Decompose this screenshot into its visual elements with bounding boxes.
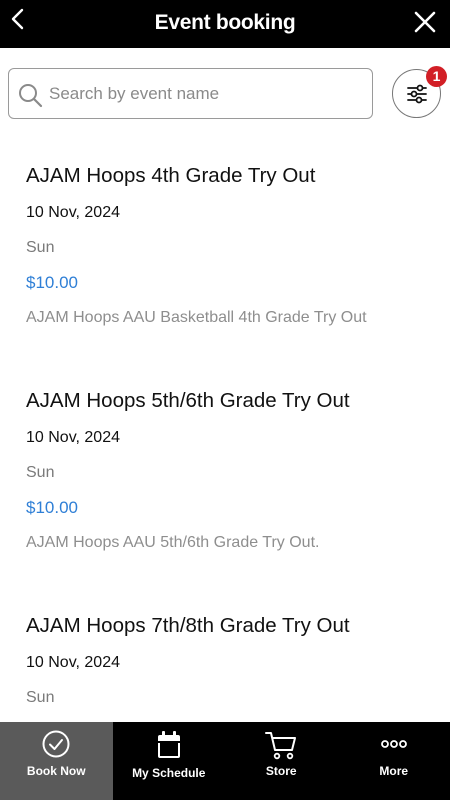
sliders-icon [407, 84, 427, 104]
bottom-tab-bar: Book Now My Schedule Store More [0, 722, 450, 800]
calendar-icon [157, 731, 180, 758]
event-day: Sun [26, 239, 55, 256]
tab-label: My Schedule [132, 766, 206, 780]
event-date: 10 Nov, 2024 [26, 429, 120, 446]
event-item[interactable]: AJAM Hoops 5th/6th Grade Try Out 10 Nov,… [0, 375, 450, 600]
event-name: AJAM Hoops 5th/6th Grade Try Out [26, 389, 350, 412]
tab-my-schedule[interactable]: My Schedule [113, 722, 226, 800]
event-item[interactable]: AJAM Hoops 4th Grade Try Out 10 Nov, 202… [0, 150, 450, 375]
tab-book-now[interactable]: Book Now [0, 722, 113, 800]
event-item[interactable]: AJAM Hoops 7th/8th Grade Try Out 10 Nov,… [0, 600, 450, 722]
top-bar: Event booking [0, 0, 450, 48]
check-circle-icon [42, 730, 70, 758]
tab-more[interactable]: More [338, 722, 450, 800]
event-list: AJAM Hoops 4th Grade Try Out 10 Nov, 202… [0, 150, 450, 722]
cart-icon [265, 732, 297, 760]
close-icon [414, 11, 436, 33]
filter-count-badge: 1 [426, 66, 447, 87]
event-description: AJAM Hoops AAU Basketball 4th Grade Try … [26, 309, 367, 326]
search-icon [19, 84, 43, 108]
search-input[interactable] [49, 75, 364, 113]
event-price: $10.00 [26, 273, 78, 292]
event-date: 10 Nov, 2024 [26, 204, 120, 221]
event-description: AJAM Hoops AAU 5th/6th Grade Try Out. [26, 534, 320, 551]
event-day: Sun [26, 464, 55, 481]
event-name: AJAM Hoops 7th/8th Grade Try Out [26, 614, 350, 637]
event-price: $10.00 [26, 498, 78, 517]
page-title: Event booking [154, 11, 296, 34]
event-name: AJAM Hoops 4th Grade Try Out [26, 164, 316, 187]
tab-label: Store [265, 764, 297, 778]
event-day: Sun [26, 689, 55, 706]
tab-label: Book Now [26, 764, 86, 778]
more-dots-icon [380, 740, 407, 748]
search-box [8, 68, 373, 119]
tab-label: More [379, 764, 409, 778]
event-date: 10 Nov, 2024 [26, 654, 120, 671]
close-button[interactable] [412, 9, 438, 35]
tab-store[interactable]: Store [225, 722, 338, 800]
